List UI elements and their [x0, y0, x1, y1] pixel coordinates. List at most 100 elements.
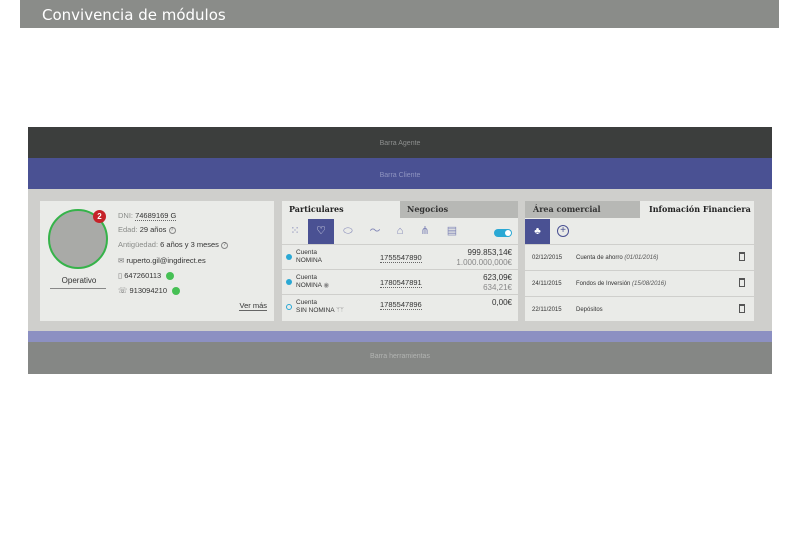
- client-bar: Barra Cliente: [28, 158, 772, 189]
- products-card: Particulares Negocios ⁙ ♡ ⬭ 〜 ⌂ ⋔ ▤ Cuen…: [282, 201, 518, 321]
- dni-row: DNI: 74689169 G: [118, 211, 177, 221]
- account-amount: 999.853,14€ 1.000.000,000€: [456, 248, 512, 268]
- mail-icon: ✉: [118, 256, 125, 265]
- balance: 999.853,14€: [467, 248, 513, 257]
- row-desc-date: (01/01/2016): [624, 255, 659, 261]
- whatsapp-icon[interactable]: [172, 287, 181, 296]
- seniority-value: 6 años y 3 meses: [160, 240, 219, 249]
- title-bar: Convivencia de módulos: [20, 0, 779, 28]
- dni-value: 74689169 G: [135, 211, 177, 221]
- see-more-link[interactable]: Ver más: [239, 301, 267, 311]
- account-type-line1: Cuenta: [296, 249, 317, 256]
- tab-negocios[interactable]: Negocios: [400, 201, 518, 218]
- account-type-text: NOMINA: [296, 282, 322, 289]
- row-date: 02/12/2015: [532, 255, 563, 261]
- heart-icon[interactable]: ♡: [308, 219, 334, 244]
- account-amount: 623,09€ 634,21€: [483, 273, 512, 293]
- age-label: Edad:: [118, 225, 138, 234]
- product-icon-row: ⁙ ♡ ⬭ 〜 ⌂ ⋔ ▤: [282, 219, 518, 244]
- check-icon: [286, 304, 292, 310]
- profile-card: 2 Operativo DNI: 74689169 G Edad: 29 año…: [40, 201, 274, 321]
- row-desc-date: (15/08/2016): [632, 281, 667, 287]
- tab-particulares[interactable]: Particulares: [282, 201, 400, 218]
- help-icon[interactable]: ?: [168, 226, 176, 234]
- table-row[interactable]: Cuenta SIN NOMINA ᛘᛘ 1785547896 0,00€: [282, 294, 518, 319]
- account-number[interactable]: 1755547890: [380, 253, 422, 263]
- whatsapp-icon[interactable]: [166, 272, 175, 281]
- account-type-line1: Cuenta: [296, 274, 317, 281]
- trash-icon[interactable]: [739, 252, 745, 261]
- tab-area-comercial[interactable]: Área comercial: [525, 201, 640, 218]
- check-icon: [286, 254, 292, 260]
- seniority-row: Antigüedad: 6 años y 3 meses ?: [118, 240, 229, 249]
- table-row[interactable]: 24/11/2015 Fondos de Inversión (15/08/20…: [525, 270, 754, 296]
- account-number[interactable]: 1785547896: [380, 300, 422, 310]
- account-type-line2: SIN NOMINA ᛘᛘ: [296, 307, 344, 315]
- page: Convivencia de módulos Barra Agente Barr…: [0, 0, 800, 533]
- account-type-line1: Cuenta: [296, 299, 317, 306]
- dni-label: DNI:: [118, 211, 133, 220]
- trash-icon[interactable]: [739, 304, 745, 313]
- row-description: Depósitos: [576, 307, 603, 313]
- status-underline: [50, 288, 106, 289]
- people-icon[interactable]: ⋔: [415, 221, 435, 241]
- row-description: Fondos de Inversión (15/08/2016): [576, 281, 666, 287]
- grid-icon[interactable]: ⁙: [285, 221, 305, 241]
- mobile-row: ▯ 647260113: [118, 271, 175, 281]
- tools-bar: Barra herramientas: [28, 342, 772, 374]
- age-value: 29 años: [139, 225, 167, 234]
- tab-informacion-financiera[interactable]: Infomación Financiera: [640, 201, 754, 218]
- eye-icon[interactable]: ◉: [323, 282, 329, 289]
- account-type: Cuenta NOMINA: [296, 249, 322, 265]
- row-desc-text: Fondos de Inversión: [576, 281, 631, 287]
- status-label: Operativo: [61, 276, 97, 285]
- products-tabs: Particulares Negocios: [282, 201, 518, 218]
- toggle-switch[interactable]: [494, 229, 512, 237]
- table-row[interactable]: 02/12/2015 Cuenta de ahorro (01/01/2016): [525, 244, 754, 270]
- account-type-line2: NOMINA: [296, 257, 322, 264]
- divider-bar: [28, 331, 772, 342]
- check-icon: [286, 279, 292, 285]
- balance-sub: 1.000.000,000€: [456, 258, 512, 267]
- table-row[interactable]: Cuenta NOMINA ◉ 1780547891 623,09€ 634,2…: [282, 269, 518, 294]
- trend-icon[interactable]: 〜: [365, 221, 385, 241]
- add-icon[interactable]: +: [557, 225, 569, 237]
- mobile-value[interactable]: 647260113: [124, 271, 161, 280]
- account-type-text: SIN NOMINA: [296, 307, 335, 314]
- age-row: Edad: 29 años ?: [118, 225, 176, 234]
- piggy-bank-icon[interactable]: ⬭: [338, 221, 358, 241]
- module-frame: Barra Agente Barra Cliente 2 Operativo D…: [28, 127, 772, 374]
- help-icon[interactable]: ?: [221, 241, 229, 249]
- account-number[interactable]: 1780547891: [380, 278, 422, 288]
- account-type: Cuenta NOMINA ◉: [296, 274, 329, 290]
- row-date: 22/11/2015: [532, 307, 562, 313]
- page-title: Convivencia de módulos: [42, 6, 226, 24]
- email-row: ✉ ruperto.gil@ingdirect.es: [118, 256, 206, 265]
- people-icon: ᛘᛘ: [336, 307, 344, 314]
- email-value[interactable]: ruperto.gil@ingdirect.es: [126, 256, 205, 265]
- row-description: Cuenta de ahorro (01/01/2016): [576, 255, 658, 261]
- balance: 0,00€: [491, 298, 512, 307]
- balance: 623,09€: [483, 273, 512, 282]
- cards-icon[interactable]: ▤: [442, 221, 462, 241]
- row-desc-text: Depósitos: [576, 307, 603, 313]
- seniority-label: Antigüedad:: [118, 240, 159, 249]
- table-row[interactable]: 22/11/2015 Depósitos: [525, 296, 754, 322]
- agent-bar: Barra Agente: [28, 127, 772, 158]
- notification-badge[interactable]: 2: [93, 210, 106, 223]
- account-type: Cuenta SIN NOMINA ᛘᛘ: [296, 299, 344, 315]
- house-icon[interactable]: ⌂: [390, 221, 410, 241]
- balance-sub: 634,21€: [483, 283, 512, 292]
- row-desc-text: Cuenta de ahorro: [576, 255, 623, 261]
- phone-row: ☏ 913094210: [118, 286, 181, 296]
- table-row[interactable]: Cuenta NOMINA 1755547890 999.853,14€ 1.0…: [282, 244, 518, 269]
- account-amount: 0,00€: [492, 298, 512, 308]
- phone-value[interactable]: 913094210: [129, 286, 167, 295]
- account-type-line2: NOMINA ◉: [296, 282, 329, 290]
- mobile-icon: ▯: [118, 271, 123, 280]
- investment-icon[interactable]: ♣: [525, 219, 550, 244]
- trash-icon[interactable]: [739, 278, 745, 287]
- phone-icon: ☏: [118, 286, 128, 295]
- finance-card: Área comercial Infomación Financiera ♣ +…: [525, 201, 754, 321]
- row-date: 24/11/2015: [532, 281, 562, 287]
